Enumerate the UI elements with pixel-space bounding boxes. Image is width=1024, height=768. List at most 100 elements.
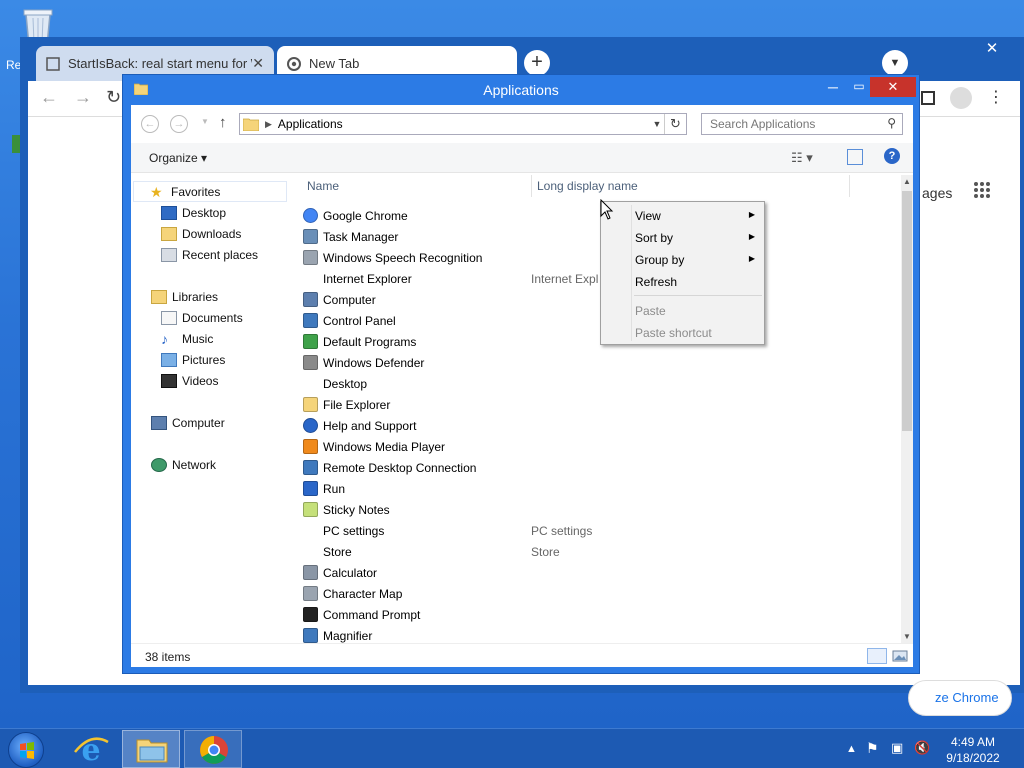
search-icon: ⚲ [887,116,896,130]
up-arrow-icon[interactable]: ↑ [219,114,227,131]
new-tab-button[interactable]: + [524,50,550,76]
list-item[interactable]: Desktop [303,373,863,394]
list-item[interactable]: Calculator [303,562,863,583]
network-icon [151,457,167,472]
forward-button[interactable]: → [170,115,188,133]
network-tray-icon[interactable]: ▣ [891,740,903,756]
menu-item-view[interactable]: View ▶ [635,205,761,227]
chrome-close-button[interactable]: ✕ [982,39,1002,57]
vertical-scrollbar[interactable]: ▲ ▼ [901,175,913,643]
show-hidden-icons-chevron-icon[interactable]: ▲ [846,743,857,755]
list-item[interactable]: Magnifier [303,625,863,643]
chrome-tab-title: New Tab [309,56,360,71]
list-item[interactable]: Character Map [303,583,863,604]
scroll-down-arrow-icon[interactable]: ▼ [901,632,913,641]
minimize-button[interactable]: ─ [823,79,843,95]
chrome-menu-icon[interactable]: ⋮ [988,87,1004,107]
scroll-thumb[interactable] [902,191,912,431]
list-item[interactable]: Google Chrome [303,205,863,226]
explorer-titlebar[interactable]: Applications ─ ▭ ✕ [123,75,919,105]
list-item[interactable]: Default Programs [303,331,863,352]
start-button[interactable] [8,732,44,768]
recent-locations-chevron-icon[interactable]: ▼ [201,117,209,126]
submenu-arrow-icon: ▶ [748,254,755,263]
volume-muted-icon[interactable]: 🔇 [914,740,930,756]
list-item[interactable]: Store Store [303,541,863,562]
close-tab-icon[interactable]: ✕ [252,55,264,72]
menu-item-refresh[interactable]: Refresh [635,271,761,293]
refresh-icon[interactable]: ↻ [664,114,686,134]
nav-videos[interactable]: Videos [161,370,218,391]
menu-item-group-by[interactable]: Group by ▶ [635,249,761,271]
nav-documents[interactable]: Documents [161,307,243,328]
column-header-name[interactable]: Name [307,175,339,197]
details-view-icon[interactable] [867,648,887,664]
tab-search-chevron-icon[interactable]: ▼ [882,50,908,76]
organize-button[interactable]: Organize ▾ [149,151,207,165]
address-dropdown-icon[interactable]: ▼ [650,119,664,129]
column-divider[interactable] [531,175,532,197]
item-name: Task Manager [323,230,399,244]
menu-item-sort-by[interactable]: Sort by ▶ [635,227,761,249]
back-arrow-icon[interactable]: ← [40,87,58,108]
list-item[interactable]: Windows Speech Recognition [303,247,863,268]
search-input[interactable]: Search Applications ⚲ [701,113,903,135]
list-item[interactable]: Computer [303,289,863,310]
preview-pane-icon[interactable] [847,149,863,165]
list-item[interactable]: Windows Defender [303,352,863,373]
nav-downloads[interactable]: Downloads [161,223,241,244]
internet-explorer-taskbar-button[interactable]: e [62,730,120,768]
nav-network[interactable]: Network [151,454,216,475]
nav-recent-places[interactable]: Recent places [161,244,258,265]
large-icons-view-icon[interactable] [891,648,909,664]
back-button[interactable]: ← [141,115,159,133]
nav-computer[interactable]: Computer [151,412,225,433]
column-header-long-display-name[interactable]: Long display name [537,175,638,197]
customize-chrome-button[interactable]: ze Chrome [908,680,1012,716]
item-name: Google Chrome [323,209,408,223]
nav-pictures[interactable]: Pictures [161,349,225,370]
list-item[interactable]: Windows Media Player [303,436,863,457]
reload-icon[interactable]: ↻ [106,87,121,108]
chrome-taskbar-button[interactable] [184,730,242,768]
google-apps-icon[interactable] [973,181,991,199]
list-item[interactable]: Help and Support [303,415,863,436]
list-item[interactable]: Internet Explorer Internet Expl [303,268,863,289]
list-item[interactable]: Task Manager [303,226,863,247]
item-name: Windows Defender [323,356,425,370]
pictures-icon [161,352,177,367]
item-name: Desktop [323,377,368,391]
profile-avatar-icon[interactable] [950,87,972,109]
nav-libraries[interactable]: Libraries [151,286,218,307]
change-view-button[interactable]: ☷ ▾ [791,150,813,166]
list-item[interactable]: Remote Desktop Connection [303,457,863,478]
submenu-arrow-icon: ▶ [748,232,755,241]
nav-favorites[interactable]: ★ Favorites [133,181,287,202]
list-item[interactable]: File Explorer [303,394,863,415]
list-item[interactable]: PC settings PC settings [303,520,863,541]
list-item[interactable]: Control Panel [303,310,863,331]
app-icon [303,271,318,286]
list-item[interactable]: Command Prompt [303,604,863,625]
breadcrumb-applications[interactable]: Applications [278,117,650,131]
file-explorer-taskbar-button[interactable] [122,730,180,768]
taskbar-clock[interactable]: 4:49 AM 9/18/2022 [940,734,1006,766]
action-center-flag-icon[interactable]: ⚑ [866,740,879,757]
address-row: ← → ▼ ↑ ▶ Applications ▼ ↻ Search Applic… [131,105,913,141]
forward-arrow-icon[interactable]: → [74,87,92,108]
side-panel-icon[interactable] [921,91,935,105]
item-name: Calculator [323,566,378,580]
images-link[interactable]: ages [922,185,952,201]
address-bar[interactable]: ▶ Applications ▼ ↻ [239,113,687,135]
breadcrumb-chevron-icon[interactable]: ▶ [265,119,272,130]
item-name: PC settings [323,524,385,538]
scroll-up-arrow-icon[interactable]: ▲ [901,177,913,186]
list-item[interactable]: Run [303,478,863,499]
list-item[interactable]: Sticky Notes [303,499,863,520]
nav-desktop[interactable]: Desktop [161,202,226,223]
maximize-button[interactable]: ▭ [849,79,869,93]
close-button[interactable]: ✕ [870,77,916,97]
column-divider[interactable] [849,175,850,197]
nav-music[interactable]: ♪ Music [161,328,213,349]
help-icon[interactable]: ? [884,148,900,164]
